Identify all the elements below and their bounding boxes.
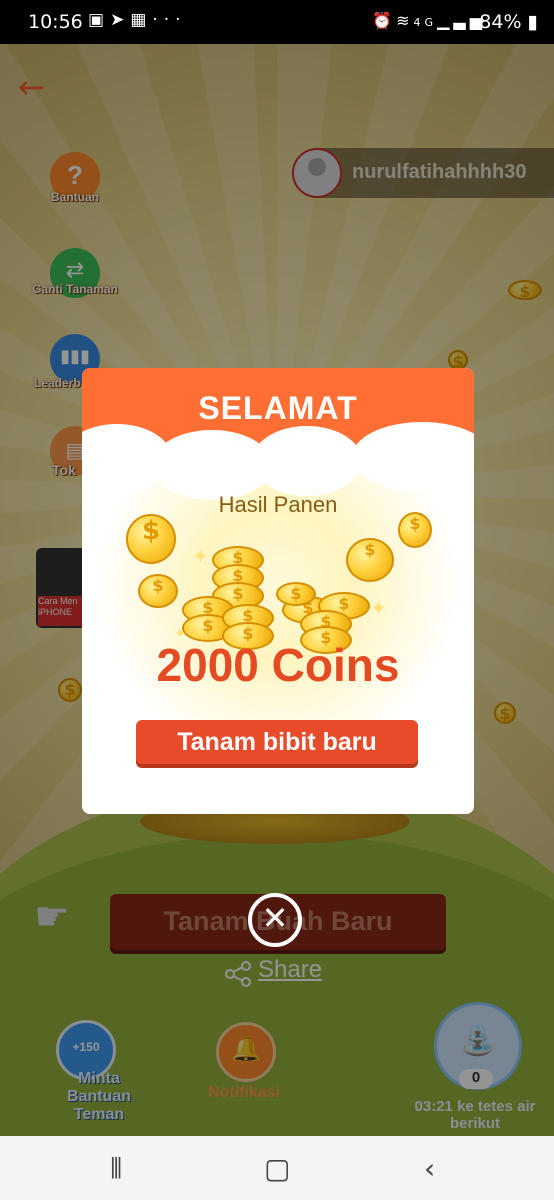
gallery-icon: ▦ — [130, 10, 153, 30]
alarm-icon: ⏰ — [372, 11, 397, 30]
coin-icon — [276, 582, 316, 606]
back-icon[interactable]: ‹ — [424, 1152, 435, 1185]
battery-level: 84% ▮ — [479, 11, 538, 33]
recent-apps-icon[interactable]: ⦀ — [110, 1152, 122, 1186]
cloud-shape — [252, 426, 362, 496]
system-icons: ⏰≋4G▁▃▅ — [372, 11, 486, 30]
close-modal-button[interactable]: ✕ — [248, 893, 302, 947]
coin-icon — [126, 514, 176, 564]
coin-icon — [346, 538, 394, 582]
close-icon: ✕ — [261, 899, 289, 937]
home-icon[interactable]: ▢ — [264, 1152, 290, 1185]
system-nav-bar: ⦀ ▢ ‹ — [0, 1136, 554, 1200]
status-bar: 10:56 ▣➤▦··· ⏰≋4G▁▃▅ 84% ▮ — [0, 0, 554, 44]
coin-icon — [138, 574, 178, 608]
shopee-icon: ▣ — [88, 10, 111, 30]
more-dots-icon: ··· — [152, 10, 187, 30]
reward-modal: SELAMAT Hasil Panen ✦ ✦ ✦ 2000 Coins Tan… — [82, 368, 474, 814]
status-time: 10:56 — [28, 11, 83, 33]
notification-icons: ▣➤▦··· — [88, 10, 187, 30]
sparkle-icon: ✦ — [370, 596, 387, 620]
reward-amount: 2000 Coins — [156, 639, 400, 691]
sparkle-icon: ✦ — [192, 544, 209, 568]
wifi-icon: ≋ — [396, 11, 414, 30]
modal-title: SELAMAT — [198, 390, 358, 426]
telegram-icon: ➤ — [110, 10, 131, 30]
plant-new-seed-button[interactable]: Tanam bibit baru — [136, 720, 418, 764]
4g-icon: 4G — [413, 16, 438, 29]
coin-icon — [398, 512, 432, 548]
plant-new-seed-label: Tanam bibit baru — [177, 728, 377, 756]
